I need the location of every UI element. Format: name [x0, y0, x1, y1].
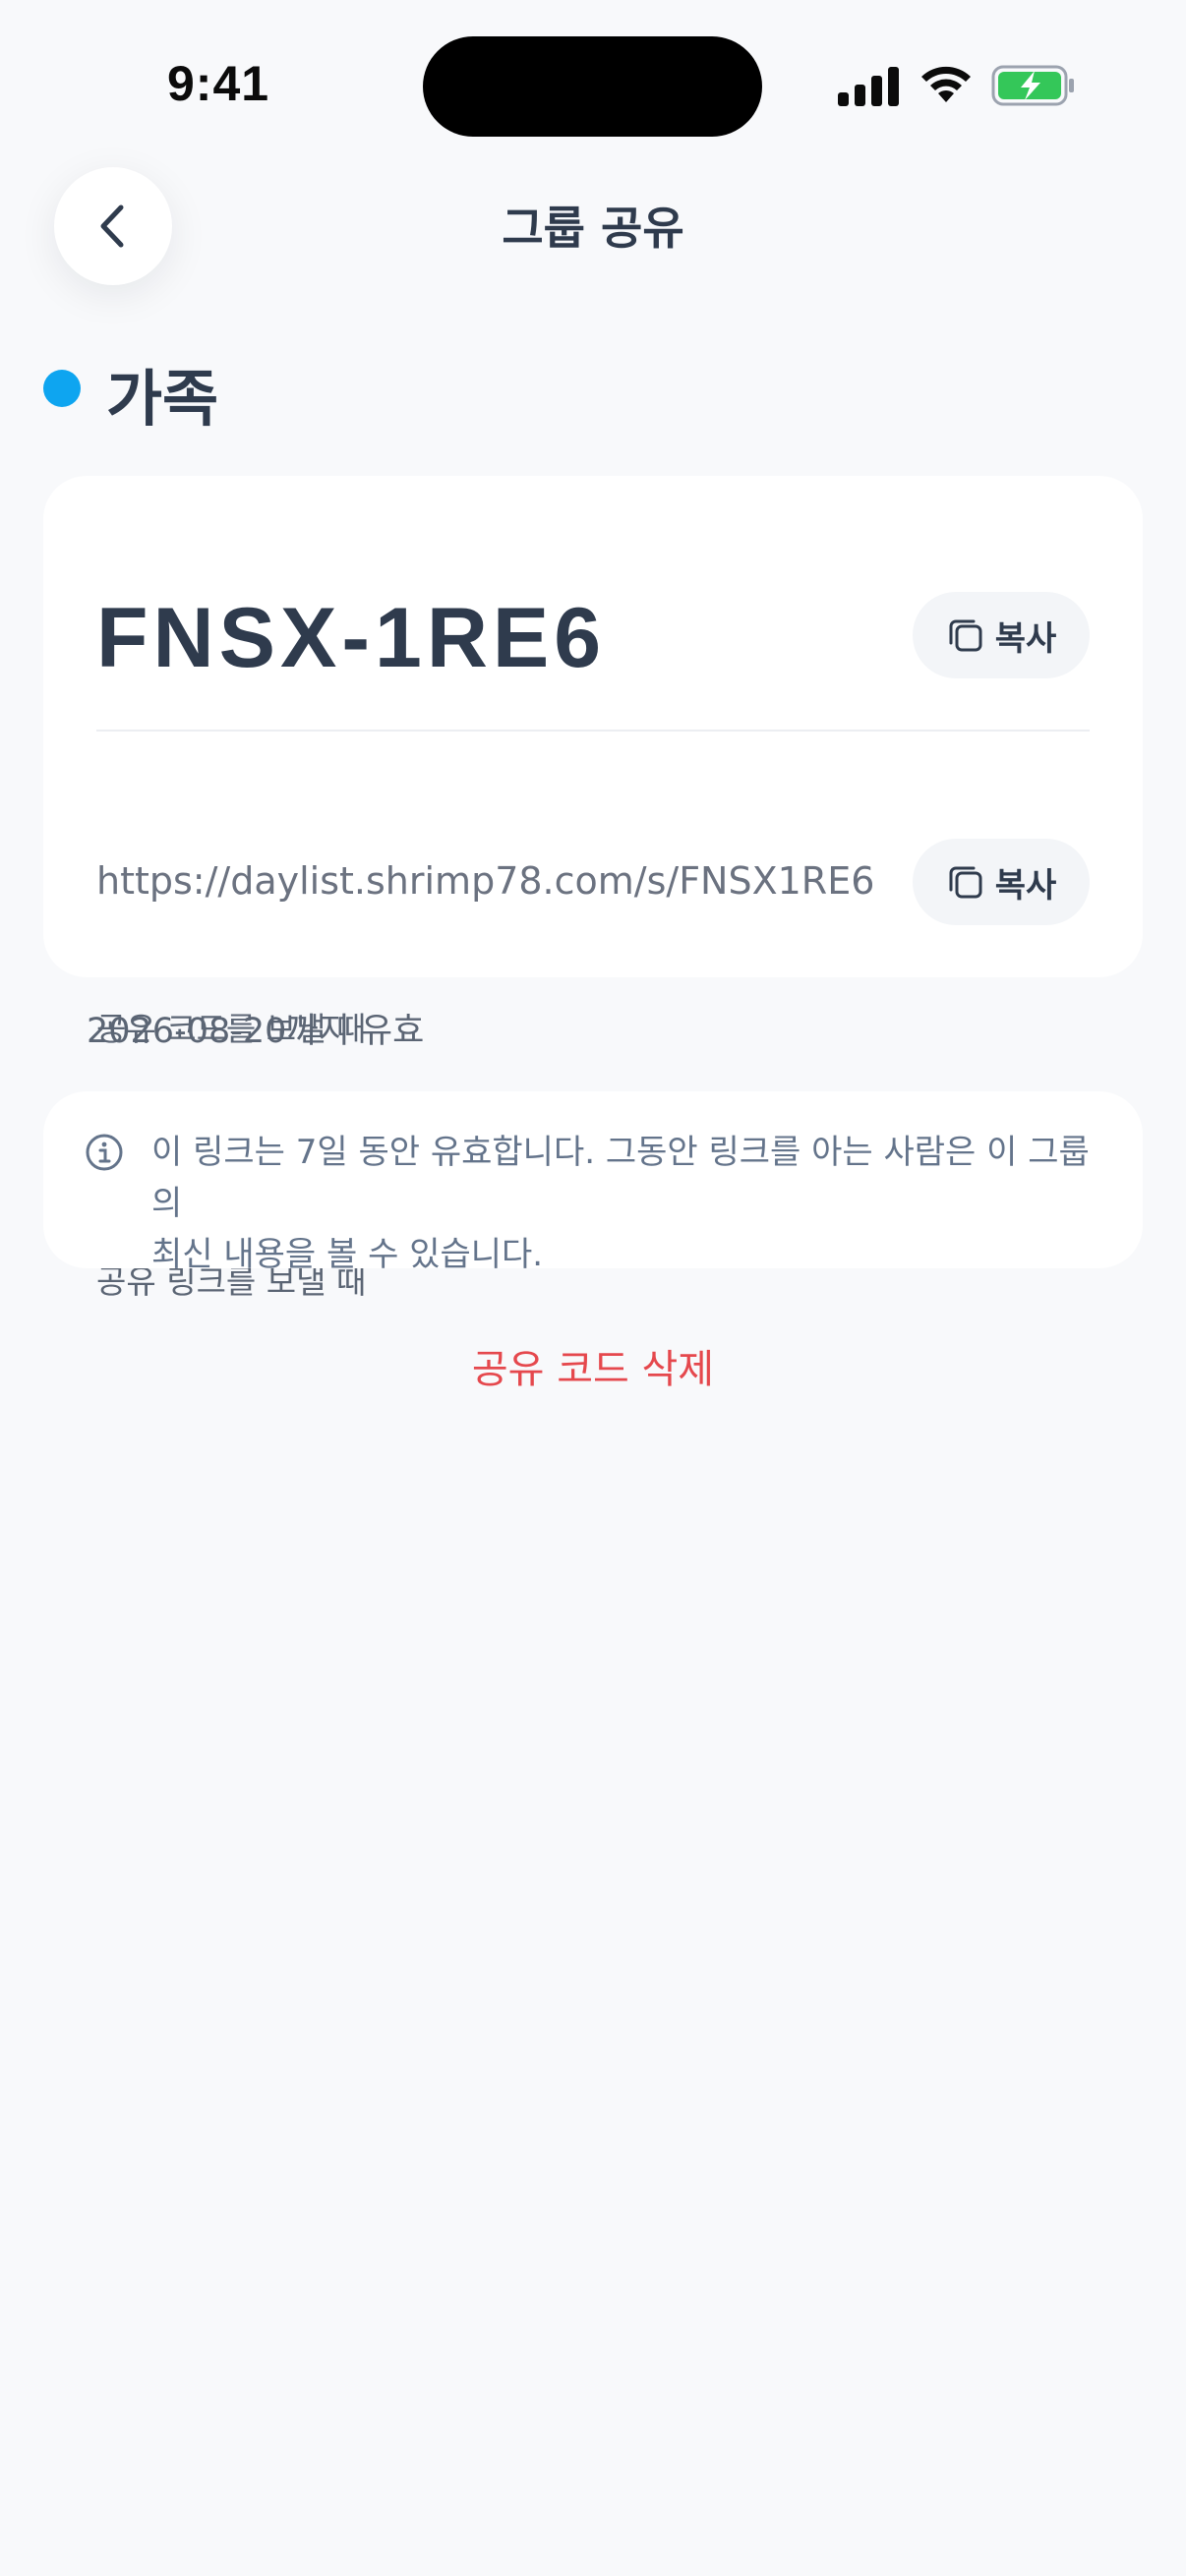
group-color-dot — [43, 370, 81, 407]
battery-charging-icon — [991, 65, 1074, 106]
status-time: 9:41 — [167, 56, 270, 111]
wifi-icon — [921, 66, 971, 102]
info-icon — [86, 1134, 123, 1171]
copy-icon — [949, 866, 982, 899]
cellular-signal-icon — [838, 67, 899, 106]
group-name: 가족 — [106, 363, 219, 435]
share-code-value: FNSX-1RE6 — [96, 591, 607, 685]
copy-code-button[interactable]: 복사 — [913, 592, 1090, 678]
expiry-text: 2026-08-20까지 유효 — [87, 1012, 425, 1051]
info-text-line-1: 이 링크는 7일 동안 유효합니다. 그동안 링크를 아는 사람은 이 그룹의 — [151, 1133, 1090, 1223]
divider — [96, 730, 1090, 732]
copy-icon — [949, 619, 982, 652]
copy-code-label: 복사 — [994, 618, 1057, 659]
copy-link-button[interactable]: 복사 — [913, 839, 1090, 925]
dynamic-island — [423, 36, 762, 137]
delete-share-code-button[interactable]: 공유 코드 삭제 — [0, 1337, 1186, 1394]
info-text: 이 링크는 7일 동안 유효합니다. 그동안 링크를 아는 사람은 이 그룹의 … — [151, 1127, 1115, 1280]
share-link-value: https://daylist.shrimp78.com/s/FNSX1RE6 — [96, 859, 875, 903]
info-text-line-2: 최신 내용을 볼 수 있습니다. — [151, 1235, 544, 1274]
status-bar: 9:41 — [0, 0, 1186, 147]
copy-link-label: 복사 — [994, 865, 1057, 906]
screen: 9:41 그룹 공유 가족 공유 코드를 보낼 때 공유 링크를 보낼 때 FN… — [0, 0, 1186, 2576]
page-title: 그룹 공유 — [502, 202, 684, 255]
